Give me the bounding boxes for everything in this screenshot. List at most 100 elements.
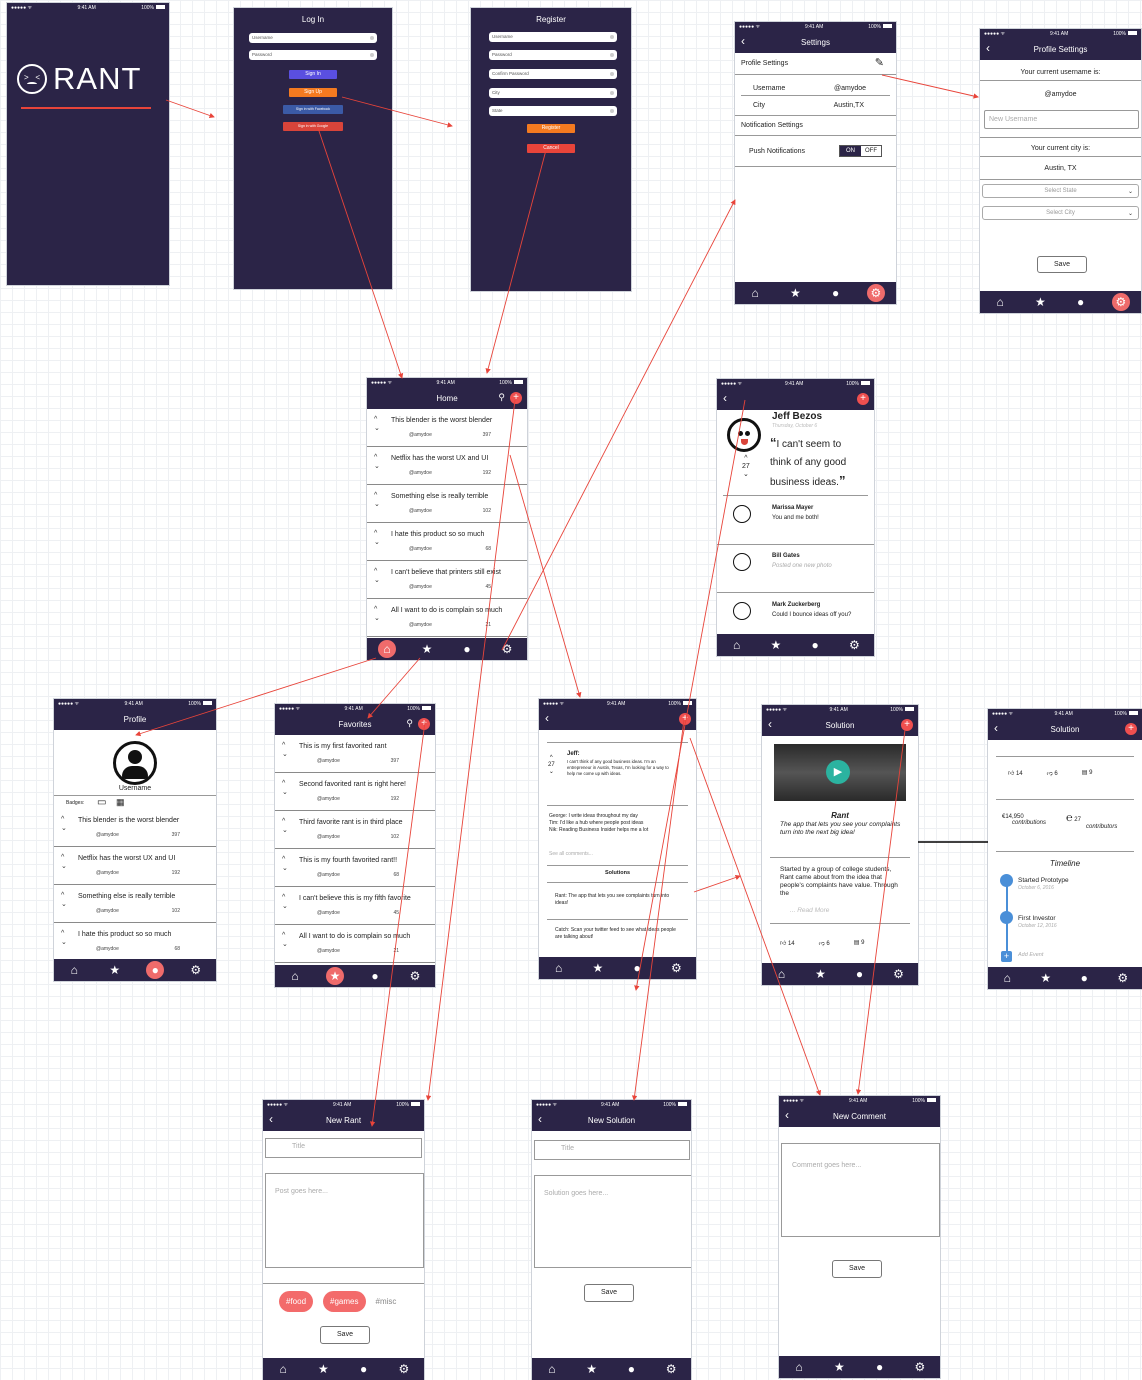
tag-food[interactable]: #food (279, 1291, 314, 1312)
vote-arrows-icon[interactable]: ^ ⌄ (61, 891, 67, 909)
star-icon[interactable]: ★ (418, 640, 436, 658)
vote-arrows-icon[interactable]: ^ ⌄ (374, 415, 380, 433)
save-button[interactable]: Save (1037, 256, 1087, 273)
home-icon[interactable]: ⌂ (790, 1358, 808, 1376)
save-button[interactable]: Save (584, 1284, 634, 1302)
new-username-input[interactable]: New Username (984, 110, 1139, 129)
list-item[interactable]: ^ ⌄ This blender is the worst blender @amyd… (54, 809, 216, 847)
back-icon[interactable]: ‹ (785, 1109, 789, 1121)
push-toggle[interactable]: ON OFF (839, 145, 882, 157)
back-icon[interactable]: ‹ (986, 42, 990, 54)
user-icon[interactable]: ● (806, 636, 824, 654)
vote-arrows-icon[interactable]: ^ ⌄ (282, 779, 288, 797)
vote-arrows-icon[interactable]: ^ ⌄ (282, 817, 288, 835)
vote-arrows-icon[interactable]: ^ ⌄ (374, 567, 380, 585)
list-item[interactable]: ^ ⌄ All I want to do is complain so much @a… (275, 925, 435, 963)
read-more-link[interactable]: ... Read More (790, 907, 829, 914)
comment-icon[interactable]: ▤ 9 (1082, 769, 1093, 777)
password-field[interactable]: Password (249, 50, 377, 60)
home-icon[interactable]: ⌂ (378, 640, 396, 658)
gear-icon[interactable]: ⚙ (1111, 293, 1130, 311)
back-icon[interactable]: ‹ (768, 718, 772, 730)
add-icon[interactable]: + (857, 393, 869, 405)
user-icon[interactable]: ● (1075, 969, 1093, 987)
vote-arrows-icon[interactable]: ^ ⌄ (374, 453, 380, 471)
add-event-icon[interactable]: + (1001, 951, 1012, 962)
reg-state-field[interactable]: State (489, 106, 617, 116)
star-icon[interactable]: ★ (767, 636, 785, 654)
list-item[interactable]: ^ ⌄ This blender is the worst blender @amyd… (367, 409, 527, 447)
gear-icon[interactable]: ⚙ (866, 284, 885, 302)
reg-city-field[interactable]: City (489, 88, 617, 98)
save-button[interactable]: Save (832, 1260, 882, 1278)
list-item[interactable]: ^ ⌄ Something else is really terrible @amyd… (367, 485, 527, 523)
user-icon[interactable]: ● (622, 1360, 640, 1378)
list-item[interactable]: ^ ⌄ I hate this product so so much @amydoe 6… (367, 523, 527, 561)
gear-icon[interactable]: ⚙ (187, 961, 205, 979)
post-textarea[interactable]: Post goes here... (265, 1173, 424, 1268)
vote-control[interactable]: ^ 27 ⌄ (548, 755, 555, 776)
vote-arrows-icon[interactable]: ^ ⌄ (282, 741, 288, 759)
comment-textarea[interactable]: Comment goes here... (781, 1143, 940, 1237)
reg-username-field[interactable]: Username (489, 32, 617, 42)
vote-arrows-icon[interactable]: ^ ⌄ (282, 931, 288, 949)
star-icon[interactable]: ★ (830, 1358, 848, 1376)
solution-item[interactable]: Catch: Scan your twitter feed to see wha… (555, 927, 677, 941)
user-icon[interactable]: ● (871, 1358, 889, 1376)
save-button[interactable]: Save (320, 1326, 370, 1344)
list-item[interactable]: ^ ⌄ I hate this product so so much @amydoe 6… (54, 923, 216, 961)
home-icon[interactable]: ⌂ (746, 284, 764, 302)
list-item[interactable]: ^ ⌄ Something else is really terrible @amyd… (54, 885, 216, 923)
comment-item[interactable]: Bill Gates Posted one new photo (717, 549, 874, 593)
username-field[interactable]: Username (249, 33, 377, 43)
back-icon[interactable]: ‹ (723, 392, 727, 404)
list-item[interactable]: ^ ⌄ This is my fourth favorited rant!! @amy… (275, 849, 435, 887)
search-icon[interactable]: ⚲ (406, 718, 413, 729)
add-icon[interactable]: + (1125, 723, 1137, 735)
star-icon[interactable]: ★ (106, 961, 124, 979)
star-icon[interactable]: ★ (1031, 293, 1049, 311)
star-icon[interactable]: ★ (589, 959, 607, 977)
home-icon[interactable]: ⌂ (773, 965, 791, 983)
star-icon[interactable]: ★ (1037, 969, 1055, 987)
thumbs-down-icon[interactable]: 👎︎ 6 (819, 939, 830, 947)
list-item[interactable]: ^ ⌄ All I want to do is complain so much @a… (367, 599, 527, 637)
reg-password-field[interactable]: Password (489, 50, 617, 60)
add-icon[interactable]: + (510, 392, 522, 404)
thumbs-up-icon[interactable]: 👍︎ 14 (780, 939, 795, 947)
title-input[interactable]: Title (534, 1140, 690, 1160)
thumbs-down-icon[interactable]: 👎︎ 6 (1047, 769, 1058, 777)
title-input[interactable]: Title (265, 1138, 422, 1158)
user-icon[interactable]: ● (628, 959, 646, 977)
back-icon[interactable]: ‹ (269, 1113, 273, 1125)
gear-icon[interactable]: ⚙ (911, 1358, 929, 1376)
gear-icon[interactable]: ⚙ (667, 959, 685, 977)
vote-arrows-icon[interactable]: ^ ⌄ (61, 815, 67, 833)
gear-icon[interactable]: ⚙ (395, 1360, 413, 1378)
user-icon[interactable]: ● (146, 961, 165, 979)
facebook-button[interactable]: Sign in with Facebook (283, 105, 343, 114)
cancel-button[interactable]: Cancel (527, 144, 575, 153)
vote-arrows-icon[interactable]: ^ ⌄ (282, 893, 288, 911)
back-icon[interactable]: ‹ (994, 722, 998, 734)
home-icon[interactable]: ⌂ (550, 959, 568, 977)
home-icon[interactable]: ⌂ (274, 1360, 292, 1378)
vote-arrows-icon[interactable]: ^ ⌄ (374, 605, 380, 623)
tag-games[interactable]: #games (323, 1291, 366, 1312)
list-item[interactable]: ^ ⌄ Third favorite rant is in third place @… (275, 811, 435, 849)
user-icon[interactable]: ● (1072, 293, 1090, 311)
video-player[interactable]: ▶ (774, 744, 906, 801)
star-icon[interactable]: ★ (812, 965, 830, 983)
register-button[interactable]: Register (527, 124, 575, 133)
list-item[interactable]: ^ ⌄ Second favorited rant is right here! @a… (275, 773, 435, 811)
add-icon[interactable]: + (901, 719, 913, 731)
home-icon[interactable]: ⌂ (65, 961, 83, 979)
star-icon[interactable]: ★ (786, 284, 804, 302)
star-icon[interactable]: ★ (326, 967, 344, 985)
thumbs-up-icon[interactable]: 👍︎ 14 (1008, 769, 1023, 777)
home-icon[interactable]: ⌂ (543, 1360, 561, 1378)
select-state-dropdown[interactable]: Select State ⌄ (982, 184, 1139, 198)
gear-icon[interactable]: ⚙ (498, 640, 516, 658)
home-icon[interactable]: ⌂ (286, 967, 304, 985)
add-icon[interactable]: + (418, 718, 430, 730)
